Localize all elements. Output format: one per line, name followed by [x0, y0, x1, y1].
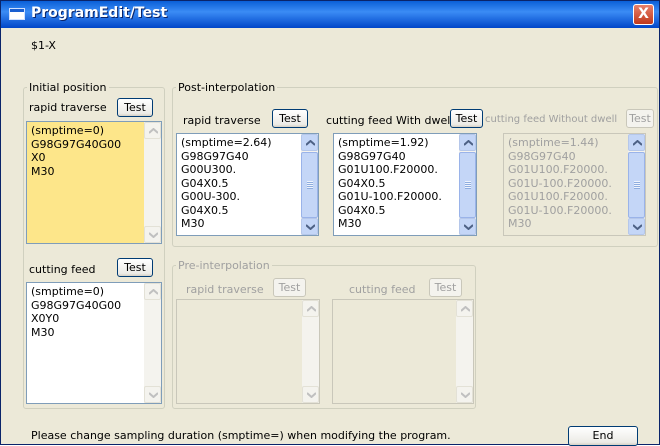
initial-cutting-label: cutting feed — [29, 263, 96, 276]
initial-rapid-lines: (smptime=0) G98G97G40G00 X0 M30 — [31, 124, 122, 178]
post-rapid-scrollbar[interactable] — [301, 134, 318, 235]
scroll-down-icon — [144, 386, 161, 403]
initial-position-legend: Initial position — [29, 81, 107, 94]
program-edit-window: ProgramEdit/Test X $1-X Initial position… — [0, 0, 660, 446]
post-nodwell-label: cutting feed Without dwell — [485, 114, 618, 125]
pre-rapid-label: rapid traverse — [186, 283, 264, 296]
pre-cutting-label: cutting feed — [349, 283, 416, 296]
pre-cutting-scrollbar[interactable] — [456, 300, 473, 403]
scroll-down-icon — [144, 226, 161, 243]
scroll-up-icon — [456, 300, 473, 317]
pre-interpolation-legend: Pre-interpolation — [178, 259, 270, 272]
scroll-thumb[interactable] — [628, 152, 645, 218]
scroll-up-icon[interactable] — [459, 134, 476, 151]
scroll-thumb[interactable] — [301, 152, 318, 218]
axis-label: $1-X — [31, 39, 56, 52]
window-icon — [9, 8, 25, 20]
close-button[interactable]: X — [633, 4, 654, 25]
pre-cutting-program-list[interactable] — [332, 299, 474, 404]
scroll-down-icon[interactable] — [301, 218, 318, 235]
post-dwell-label: cutting feed With dwell — [326, 114, 454, 127]
initial-cutting-scrollbar[interactable] — [144, 283, 161, 403]
initial-rapid-program-list[interactable]: (smptime=0) G98G97G40G00 X0 M30 — [26, 121, 162, 244]
post-nodwell-program-list[interactable]: (smptime=1.44) G98G97G40 G01U100.F20000.… — [503, 133, 646, 236]
initial-cutting-test-button[interactable]: Test — [117, 258, 153, 277]
post-dwell-scrollbar[interactable] — [459, 134, 476, 235]
scroll-thumb[interactable] — [459, 152, 476, 218]
initial-rapid-scrollbar[interactable] — [144, 122, 161, 243]
title-bar[interactable]: ProgramEdit/Test X — [1, 1, 659, 28]
post-rapid-test-button[interactable]: Test — [272, 109, 308, 128]
scroll-up-icon — [144, 122, 161, 139]
post-rapid-program-list[interactable]: (smptime=2.64) G98G97G40 G00U300. G04X0.… — [176, 133, 319, 236]
initial-cutting-lines: (smptime=0) G98G97G40G00 X0Y0 M30 — [31, 285, 122, 339]
post-dwell-test-button[interactable]: Test — [450, 109, 483, 128]
initial-rapid-label: rapid traverse — [29, 101, 107, 114]
status-message: Please change sampling duration (smptime… — [31, 429, 451, 442]
scroll-up-icon — [302, 300, 319, 317]
pre-rapid-scrollbar[interactable] — [302, 300, 319, 403]
post-nodwell-scrollbar[interactable] — [628, 134, 645, 235]
end-button[interactable]: End — [568, 426, 638, 446]
scroll-up-icon[interactable] — [301, 134, 318, 151]
scroll-up-icon[interactable] — [628, 134, 645, 151]
scroll-up-icon — [144, 283, 161, 300]
scroll-down-icon — [456, 386, 473, 403]
post-dwell-program-list[interactable]: (smptime=1.92) G98G97G40 G01U100.F20000.… — [333, 133, 477, 236]
initial-rapid-test-button[interactable]: Test — [117, 98, 153, 117]
pre-rapid-program-list[interactable] — [176, 299, 320, 404]
scroll-down-icon — [302, 386, 319, 403]
post-rapid-label: rapid traverse — [183, 114, 261, 127]
post-nodwell-test-button[interactable]: Test — [626, 109, 654, 128]
post-rapid-lines: (smptime=2.64) G98G97G40 G00U300. G04X0.… — [181, 136, 272, 230]
scroll-down-icon[interactable] — [628, 218, 645, 235]
post-dwell-lines: (smptime=1.92) G98G97G40 G01U100.F20000.… — [338, 136, 442, 230]
pre-cutting-test-button[interactable]: Test — [429, 278, 462, 297]
window-title: ProgramEdit/Test — [31, 5, 168, 21]
post-nodwell-lines: (smptime=1.44) G98G97G40 G01U100.F20000.… — [508, 136, 612, 230]
pre-rapid-test-button[interactable]: Test — [273, 278, 306, 297]
post-interpolation-legend: Post-interpolation — [178, 81, 276, 94]
scroll-down-icon[interactable] — [459, 218, 476, 235]
initial-cutting-program-list[interactable]: (smptime=0) G98G97G40G00 X0Y0 M30 — [26, 282, 162, 404]
